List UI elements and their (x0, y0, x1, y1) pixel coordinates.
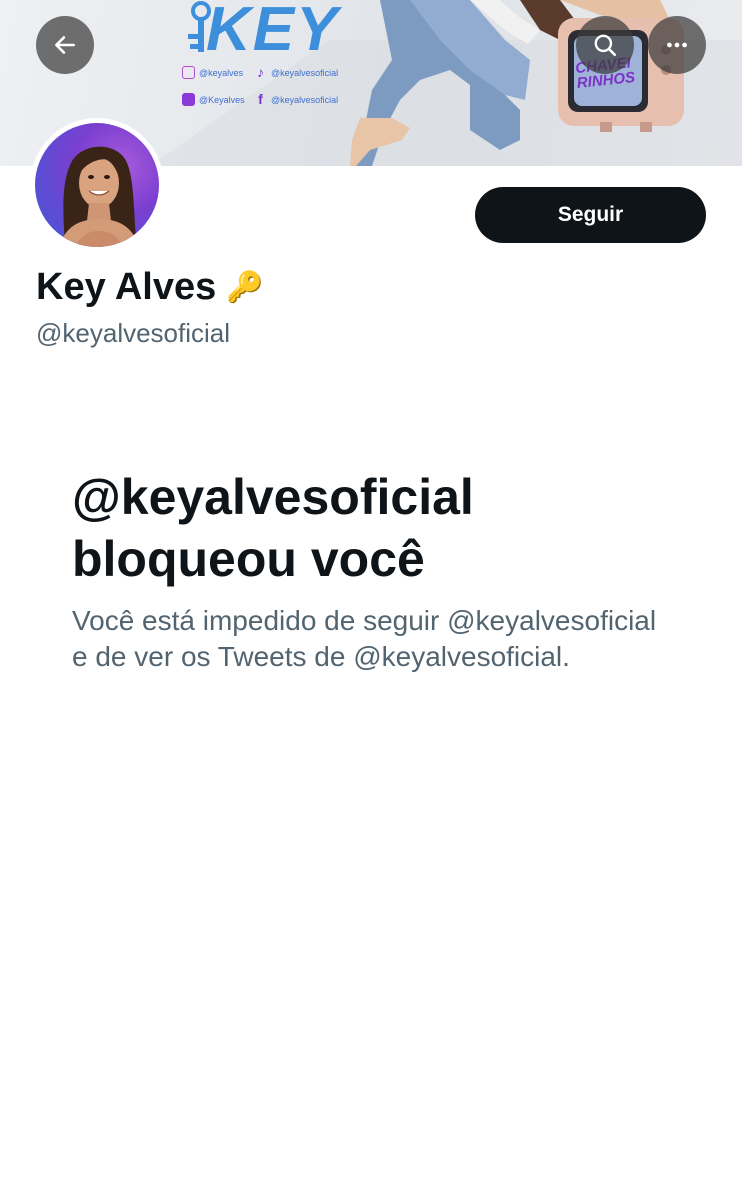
search-button[interactable] (576, 16, 634, 74)
banner-social-facebook: f @keyalvesoficial (254, 91, 339, 107)
avatar-image (35, 123, 159, 247)
banner-social-text: @keyalves (199, 67, 244, 78)
arrow-left-icon (55, 36, 75, 54)
banner-social-tiktok: ♪ @keyalvesoficial (254, 64, 339, 80)
instagram-icon (182, 66, 195, 79)
blocked-description: Você está impedido de seguir @keyalvesof… (72, 603, 692, 675)
search-icon (594, 34, 617, 57)
more-horizontal-icon (667, 42, 687, 48)
blocked-description-line-1: Você está impedido de seguir @keyalvesof… (72, 605, 657, 636)
avatar[interactable] (30, 118, 164, 252)
blocked-title-line-1: @keyalvesoficial (72, 469, 474, 525)
banner-social-kwai: @Keyalves (182, 93, 245, 106)
profile-display-name: Key Alves 🔑 (36, 266, 264, 309)
key-emoji-icon: 🔑 (226, 270, 264, 305)
banner-brand-text: KEY (206, 0, 340, 64)
profile-photo (59, 146, 139, 247)
follow-button[interactable]: Seguir (475, 187, 706, 243)
banner-social-instagram: @keyalves (182, 66, 243, 79)
tiktok-icon: ♪ (257, 64, 264, 80)
profile-handle: @keyalvesoficial (36, 318, 231, 348)
blocked-title-line-2: bloqueou você (72, 531, 425, 587)
blocked-description-line-2: e de ver os Tweets de @keyalvesoficial. (72, 641, 570, 672)
banner-social-text: @keyalvesoficial (271, 67, 339, 78)
banner-social-text: @Keyalves (199, 94, 245, 105)
back-button[interactable] (36, 16, 94, 74)
banner-social-text: @keyalvesoficial (271, 94, 339, 105)
blocked-title: @keyalvesoficial bloqueou você (72, 466, 692, 590)
display-name-text: Key Alves (36, 266, 217, 308)
facebook-icon: f (258, 91, 263, 107)
more-options-button[interactable] (648, 16, 706, 74)
kwai-icon (182, 93, 195, 106)
